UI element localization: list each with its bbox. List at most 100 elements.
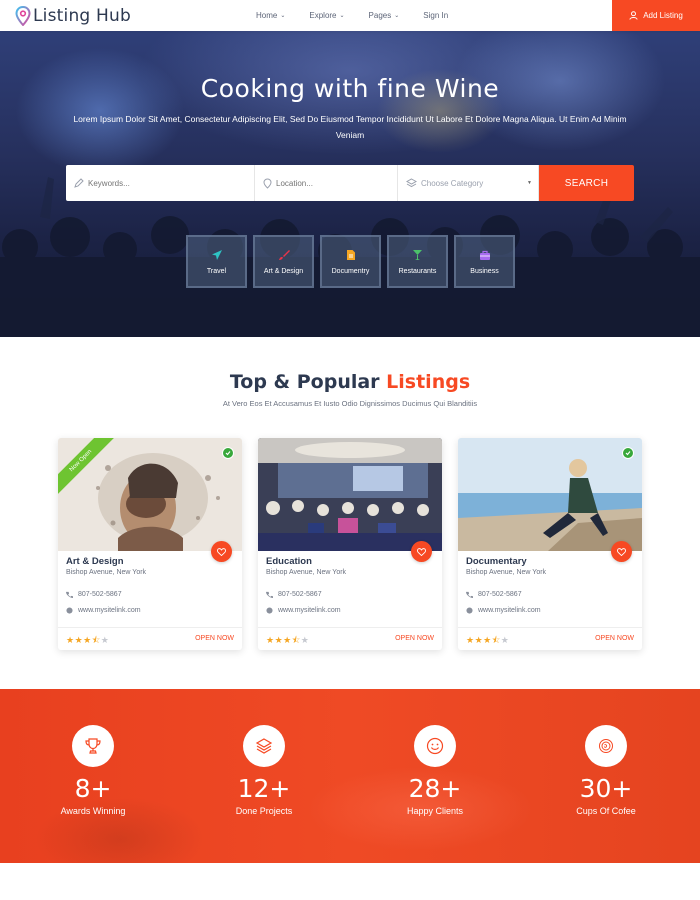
star-empty-icon: ★ — [100, 635, 110, 645]
star-half-icon: ⯪ — [91, 635, 101, 645]
category-art-design[interactable]: Art & Design — [253, 235, 314, 288]
location-input[interactable] — [276, 178, 397, 188]
listing-website-text: www.mysitelink.com — [478, 607, 541, 614]
nav-pages[interactable]: Pages ⌄ — [369, 11, 400, 20]
layers-icon — [406, 178, 417, 188]
nav-sign-in-label: Sign In — [423, 11, 449, 20]
star-full-icon: ★ — [474, 635, 484, 645]
listing-image[interactable] — [258, 438, 442, 551]
heart-icon — [617, 547, 626, 556]
open-status: OPEN NOW — [595, 635, 634, 642]
listing-title[interactable]: Education — [266, 556, 312, 567]
favorite-heart-button[interactable] — [211, 541, 232, 562]
nav-home[interactable]: Home ⌄ — [256, 11, 285, 20]
star-full-icon: ★ — [483, 635, 492, 645]
map-pin-logo-icon — [15, 5, 31, 26]
star-half-icon: ⯪ — [491, 635, 501, 645]
counter-projects: 12+ Done Projects — [184, 725, 344, 816]
listing-website[interactable]: www.mysitelink.com — [266, 607, 341, 614]
rating-stars: ★★★⯪★ — [66, 633, 109, 649]
category-art-design-label: Art & Design — [263, 268, 304, 275]
star-empty-icon: ★ — [500, 635, 510, 645]
smile-icon — [426, 737, 444, 755]
listing-image[interactable] — [458, 438, 642, 551]
open-status: OPEN NOW — [195, 635, 234, 642]
counter-coffee: 30+ Cups Of Cofee — [526, 725, 686, 816]
search-button[interactable]: SEARCH — [539, 165, 634, 201]
listing-phone-text: 807-502-5867 — [278, 591, 322, 598]
listings-title-accent: Listings — [386, 371, 471, 393]
chevron-down-icon: ⌄ — [339, 13, 345, 19]
counter-value: 8+ — [74, 774, 112, 803]
category-documentry[interactable]: Documentry — [320, 235, 381, 288]
layers-icon-badge — [243, 725, 285, 767]
category-shortcuts: Travel Art & Design Documentry Restauran… — [186, 235, 521, 288]
listing-address: Bishop Avenue, New York — [466, 569, 547, 576]
listing-image[interactable]: Now Open — [58, 438, 242, 551]
listing-address: Bishop Avenue, New York — [66, 569, 147, 576]
keywords-input[interactable] — [88, 178, 254, 188]
open-status: OPEN NOW — [395, 635, 434, 642]
listing-phone: 807-502-5867 — [266, 591, 322, 598]
listing-card[interactable]: Education Bishop Avenue, New York 807-50… — [258, 438, 442, 650]
category-select[interactable]: Choose Category ▼ — [398, 165, 539, 201]
phone-icon — [66, 591, 73, 598]
nav-explore[interactable]: Explore ⌄ — [309, 11, 344, 20]
verified-check-icon — [222, 447, 234, 459]
listing-website[interactable]: www.mysitelink.com — [66, 607, 141, 614]
star-full-icon: ★ — [466, 635, 475, 645]
star-full-icon: ★ — [266, 635, 275, 645]
trophy-icon-badge — [72, 725, 114, 767]
layers-icon — [255, 738, 273, 754]
counter-value: 28+ — [408, 774, 462, 803]
category-travel-label: Travel — [206, 268, 227, 275]
category-travel[interactable]: Travel — [186, 235, 247, 288]
listing-footer: ★★★⯪★ OPEN NOW — [58, 627, 242, 650]
site-header: Listing Hub Home ⌄ Explore ⌄ Pages ⌄ Sign I… — [0, 0, 700, 31]
heart-icon — [217, 547, 226, 556]
category-documentry-label: Documentry — [331, 268, 370, 275]
phone-icon — [266, 591, 273, 598]
add-listing-button[interactable]: Add Listing — [612, 0, 700, 31]
globe-icon — [266, 607, 273, 614]
listings-section-title: Top & Popular Listings — [0, 371, 700, 393]
globe-icon — [66, 607, 73, 614]
counter-value: 30+ — [579, 774, 633, 803]
nav-sign-in[interactable]: Sign In — [423, 11, 448, 20]
chevron-down-icon: ⌄ — [280, 13, 286, 19]
listing-footer: ★★★⯪★ OPEN NOW — [258, 627, 442, 650]
listing-phone-text: 807-502-5867 — [78, 591, 122, 598]
favorite-heart-button[interactable] — [411, 541, 432, 562]
nav-explore-label: Explore — [309, 11, 337, 20]
counters-section: 8+ Awards Winning 12+ Done Projects 28+ … — [0, 689, 700, 863]
listing-card[interactable]: Now Open Art & Design Bishop Avenue, New… — [58, 438, 242, 650]
category-business[interactable]: Business — [454, 235, 515, 288]
logo[interactable]: Listing Hub — [15, 0, 131, 31]
conference-room-image — [258, 438, 442, 551]
category-restaurants-label: Restaurants — [398, 268, 437, 275]
main-nav: Home ⌄ Explore ⌄ Pages ⌄ Sign In — [256, 0, 472, 31]
smile-icon-badge — [414, 725, 456, 767]
airplane-icon — [211, 250, 222, 260]
keywords-field[interactable] — [66, 165, 255, 201]
counter-awards: 8+ Awards Winning — [13, 725, 173, 816]
counter-label: Happy Clients — [406, 806, 464, 816]
user-icon — [629, 11, 638, 20]
globe-icon — [466, 607, 473, 614]
rating-stars: ★★★⯪★ — [266, 633, 309, 649]
nav-pages-label: Pages — [368, 11, 392, 20]
listing-website[interactable]: www.mysitelink.com — [466, 607, 541, 614]
location-field[interactable] — [255, 165, 398, 201]
verified-check-icon — [622, 447, 634, 459]
listing-card[interactable]: Documentary Bishop Avenue, New York 807-… — [458, 438, 642, 650]
listing-website-text: www.mysitelink.com — [78, 607, 141, 614]
counter-label: Done Projects — [235, 806, 293, 816]
favorite-heart-button[interactable] — [611, 541, 632, 562]
document-icon — [346, 250, 355, 260]
category-restaurants[interactable]: Restaurants — [387, 235, 448, 288]
nav-home-label: Home — [256, 11, 278, 20]
listing-title[interactable]: Art & Design — [66, 556, 124, 567]
phone-icon — [466, 591, 473, 598]
listing-title[interactable]: Documentary — [466, 556, 527, 567]
caret-down-icon: ▼ — [527, 180, 532, 186]
